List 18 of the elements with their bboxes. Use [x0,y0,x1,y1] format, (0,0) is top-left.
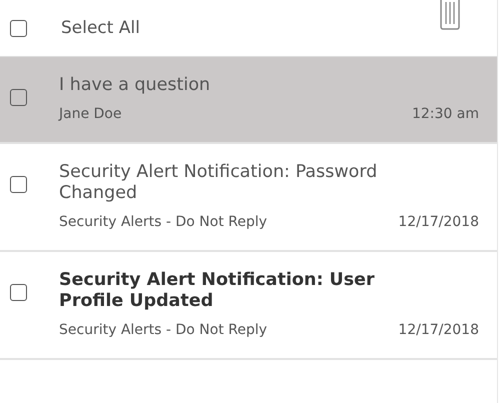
checkbox[interactable] [10,89,27,106]
message-row[interactable]: Security Alert Notification: Password Changed Security Alerts - Do Not Reply 12/17/2018 [0,144,497,252]
message-sender: Jane Doe [59,106,122,122]
trash-icon[interactable] [439,0,461,30]
message-subject: Security Alert Notification: Password Changed [59,162,378,204]
message-sender: Security Alerts - Do Not Reply [59,322,268,338]
checkbox[interactable] [10,284,27,301]
message-sender: Security Alerts - Do Not Reply [59,214,268,230]
message-row[interactable]: I have a question Jane Doe 12:30 am [0,57,497,144]
checkbox[interactable] [10,20,27,36]
message-time: 12:30 am [412,106,479,122]
message-subject: I have a question [59,75,212,96]
message-time: 12/17/2018 [398,322,479,338]
checkbox[interactable] [10,176,27,193]
select-all-label[interactable]: Select All [61,18,439,38]
message-subject: Security Alert Notification: User Profile Updated [59,270,376,312]
message-time: 12/17/2018 [398,214,479,230]
message-row[interactable]: Security Alert Notification: User Profile Updated Security Alerts - Do Not Reply 12/17/2018 [0,252,497,360]
